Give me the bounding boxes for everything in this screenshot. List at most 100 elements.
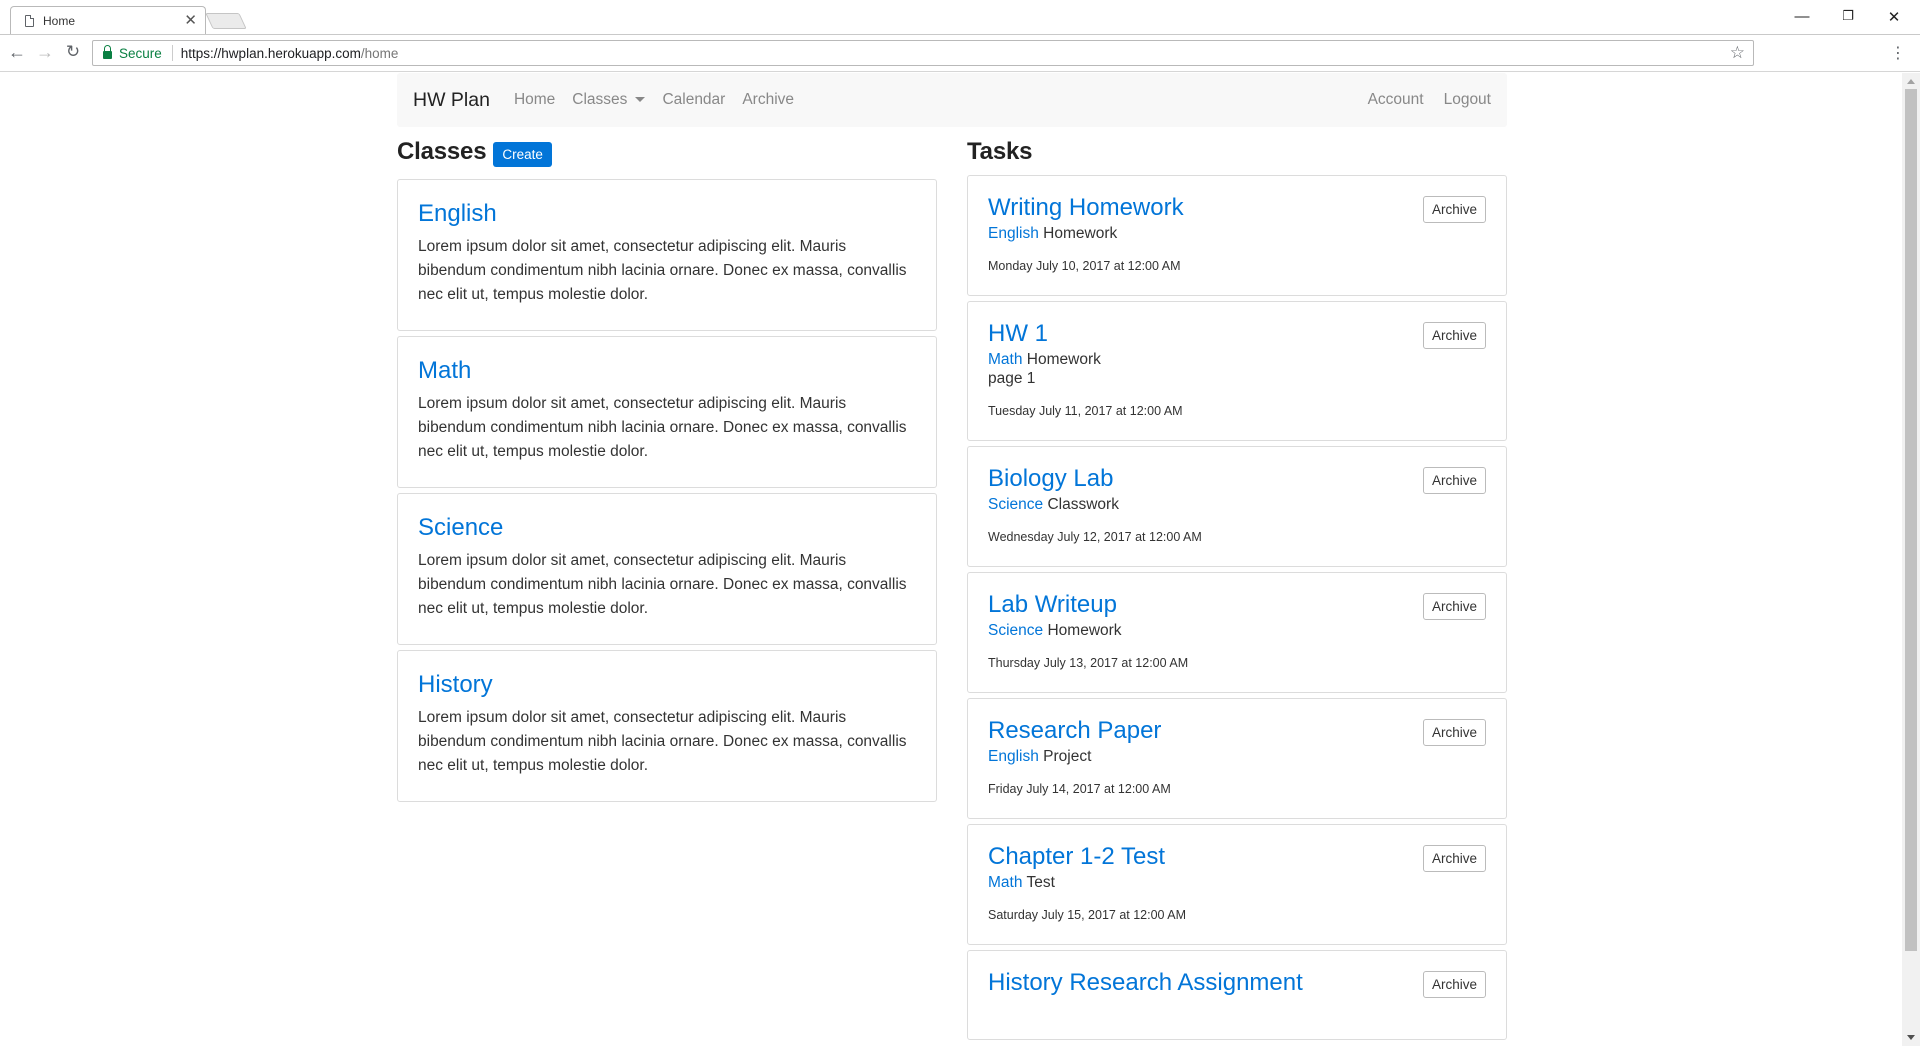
task-card: Research Paper English Project Friday Ju… (967, 698, 1507, 819)
nav-classes-dropdown[interactable]: Classes (572, 91, 646, 109)
task-meta: Science Homework (988, 622, 1486, 640)
task-due-date: Friday July 14, 2017 at 12:00 AM (988, 782, 1171, 796)
address-separator (171, 45, 173, 61)
page-scrollbar[interactable] (1902, 73, 1920, 1046)
task-meta: English Homework (988, 225, 1486, 243)
class-list: English Lorem ipsum dolor sit amet, cons… (397, 179, 937, 802)
task-due-date: Tuesday July 11, 2017 at 12:00 AM (988, 404, 1183, 418)
classes-heading: Classes (397, 138, 487, 165)
tasks-header: Tasks (967, 137, 1507, 167)
minimize-icon[interactable]: — (1792, 8, 1812, 25)
nav-archive[interactable]: Archive (742, 91, 794, 109)
tasks-heading: Tasks (967, 138, 1033, 165)
task-card: Biology Lab Science Classwork Wednesday … (967, 446, 1507, 567)
class-name-link[interactable]: Science (418, 514, 503, 542)
bookmark-star-icon[interactable]: ☆ (1730, 43, 1745, 63)
task-type: Test (1026, 874, 1055, 891)
task-card: HW 1 Math Homework page 1 Tuesday July 1… (967, 301, 1507, 441)
url-path: /home (360, 45, 399, 61)
archive-task-button[interactable]: Archive (1422, 467, 1486, 494)
restore-icon[interactable]: ❐ (1838, 8, 1858, 24)
task-class-link[interactable]: English (988, 225, 1039, 242)
back-icon[interactable]: ← (6, 42, 28, 63)
class-description: Lorem ipsum dolor sit amet, consectetur … (418, 709, 907, 774)
browser-toolbar: ← → ↻ Secure https://hwplan.herokuapp.co… (0, 34, 1920, 72)
browser-tabstrip: Home ✕ — ❐ ✕ (0, 0, 1920, 34)
tasks-column: Tasks Writing Homework English Homework … (967, 137, 1507, 1045)
task-title-link[interactable]: Lab Writeup (988, 591, 1117, 619)
task-title-link[interactable]: Chapter 1-2 Test (988, 843, 1165, 871)
task-meta: Math Homework (988, 351, 1486, 369)
task-type: Project (1043, 748, 1092, 765)
brand-link[interactable]: HW Plan (413, 89, 490, 112)
task-type: Classwork (1047, 496, 1119, 513)
task-class-link[interactable]: Math (988, 874, 1022, 891)
class-card: English Lorem ipsum dolor sit amet, cons… (397, 179, 937, 331)
task-class-link[interactable]: English (988, 748, 1039, 765)
page-container: HW Plan Home Classes Calendar Archive Ac… (397, 73, 1507, 1040)
reload-icon[interactable]: ↻ (62, 42, 84, 62)
class-description: Lorem ipsum dolor sit amet, consectetur … (418, 395, 907, 460)
create-class-button[interactable]: Create (493, 141, 552, 167)
page-viewport: HW Plan Home Classes Calendar Archive Ac… (0, 73, 1902, 1046)
nav-calendar[interactable]: Calendar (662, 91, 725, 109)
tab-title: Home (43, 13, 76, 28)
nav-logout[interactable]: Logout (1444, 91, 1491, 109)
url-host: https://hwplan.herokuapp.com (180, 45, 361, 61)
task-due-date: Wednesday July 12, 2017 at 12:00 AM (988, 530, 1202, 544)
scroll-down-icon[interactable] (1907, 1035, 1915, 1040)
task-note: page 1 (988, 370, 1036, 387)
task-title-link[interactable]: HW 1 (988, 320, 1048, 348)
app-navbar: HW Plan Home Classes Calendar Archive Ac… (397, 73, 1507, 127)
task-card: Lab Writeup Science Homework Thursday Ju… (967, 572, 1507, 693)
task-type: Homework (1043, 225, 1118, 242)
browser-menu-icon[interactable]: ⋮ (1890, 43, 1906, 63)
task-due-date: Thursday July 13, 2017 at 12:00 AM (988, 656, 1189, 670)
nav-home[interactable]: Home (514, 91, 555, 109)
archive-task-button[interactable]: Archive (1422, 971, 1486, 998)
archive-task-button[interactable]: Archive (1422, 593, 1486, 620)
nav-account[interactable]: Account (1368, 91, 1424, 109)
task-title-link[interactable]: Biology Lab (988, 465, 1113, 493)
class-description: Lorem ipsum dolor sit amet, consectetur … (418, 552, 907, 617)
task-card: Chapter 1-2 Test Math Test Saturday July… (967, 824, 1507, 945)
scroll-up-icon[interactable] (1907, 79, 1915, 84)
class-name-link[interactable]: English (418, 200, 497, 228)
class-name-link[interactable]: Math (418, 357, 471, 385)
page-icon (25, 14, 34, 27)
close-window-icon[interactable]: ✕ (1884, 8, 1904, 26)
address-bar[interactable]: Secure https://hwplan.herokuapp.com/home… (92, 40, 1754, 66)
task-title-link[interactable]: Writing Homework (988, 194, 1184, 222)
class-description: Lorem ipsum dolor sit amet, consectetur … (418, 238, 907, 303)
browser-tab-home[interactable]: Home ✕ (10, 6, 206, 34)
classes-column: Classes Create English Lorem ipsum dolor… (397, 137, 937, 807)
task-title-link[interactable]: Research Paper (988, 717, 1161, 745)
task-class-link[interactable]: Science (988, 496, 1043, 513)
caret-down-icon (635, 97, 646, 103)
task-meta: English Project (988, 748, 1486, 766)
task-title-link[interactable]: History Research Assignment (988, 969, 1303, 997)
task-class-link[interactable]: Math (988, 351, 1022, 368)
archive-task-button[interactable]: Archive (1422, 322, 1486, 349)
scrollbar-thumb[interactable] (1905, 89, 1917, 951)
archive-task-button[interactable]: Archive (1422, 845, 1486, 872)
task-due-date: Monday July 10, 2017 at 12:00 AM (988, 259, 1181, 273)
lock-icon (103, 45, 112, 59)
new-tab-button[interactable] (205, 13, 247, 29)
task-meta: Math Test (988, 874, 1486, 892)
task-card: History Research Assignment Archive (967, 950, 1507, 1040)
task-due-date: Saturday July 15, 2017 at 12:00 AM (988, 908, 1187, 922)
task-list: Writing Homework English Homework Monday… (967, 175, 1507, 1040)
class-card: History Lorem ipsum dolor sit amet, cons… (397, 650, 937, 802)
class-name-link[interactable]: History (418, 671, 493, 699)
archive-task-button[interactable]: Archive (1422, 719, 1486, 746)
archive-task-button[interactable]: Archive (1422, 196, 1486, 223)
task-class-link[interactable]: Science (988, 622, 1043, 639)
task-type: Homework (1047, 622, 1122, 639)
forward-icon[interactable]: → (34, 42, 56, 63)
task-card: Writing Homework English Homework Monday… (967, 175, 1507, 296)
close-tab-icon[interactable]: ✕ (184, 13, 197, 28)
classes-header: Classes Create (397, 137, 937, 167)
task-type: Homework (1026, 351, 1101, 368)
secure-label: Secure (119, 45, 162, 61)
